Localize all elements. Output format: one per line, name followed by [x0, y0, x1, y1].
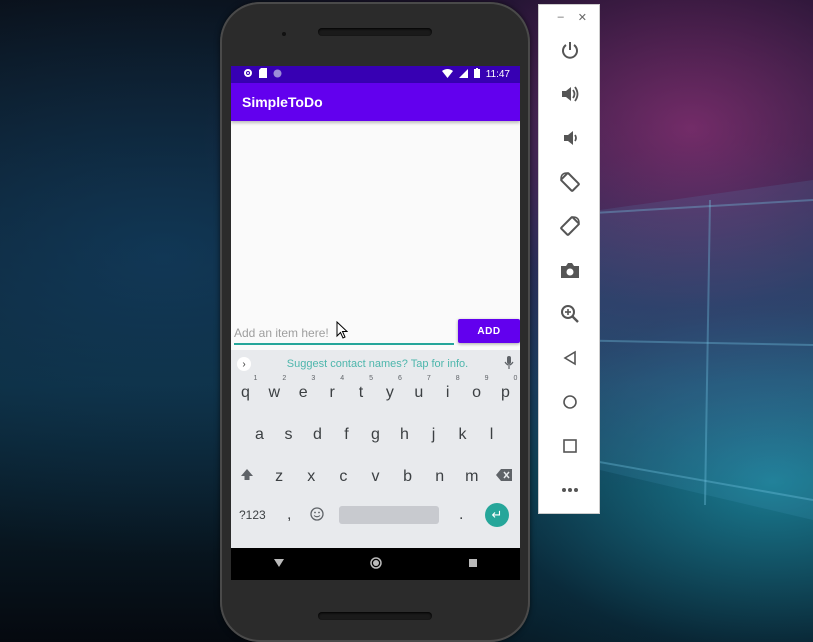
key-z[interactable]: z — [265, 468, 293, 486]
key-y[interactable]: 6y — [376, 375, 404, 402]
close-icon[interactable]: ✕ — [578, 11, 587, 24]
key-h[interactable]: h — [391, 426, 419, 444]
camera-icon[interactable] — [557, 257, 583, 283]
nav-overview-icon[interactable] — [468, 558, 477, 570]
key-v[interactable]: v — [361, 468, 389, 486]
key-u[interactable]: 7u — [405, 375, 433, 402]
volume-down-icon[interactable] — [557, 125, 583, 151]
key-c[interactable]: c — [329, 468, 357, 486]
battery-icon — [473, 68, 480, 81]
key-row-3: z x c v b n m — [231, 462, 520, 492]
add-item-row: ADD — [231, 319, 520, 349]
rotate-left-icon[interactable] — [557, 169, 583, 195]
key-m[interactable]: m — [458, 468, 486, 486]
symbols-key[interactable]: ?123 — [239, 508, 266, 522]
key-row-bottom: ?123 , . ↵ — [231, 498, 520, 532]
key-e[interactable]: 3e — [289, 375, 317, 402]
suggestion-text[interactable]: Suggest contact names? Tap for info. — [287, 358, 468, 370]
key-d[interactable]: d — [304, 426, 332, 444]
top-speaker — [318, 28, 432, 36]
emoji-icon[interactable] — [310, 507, 324, 524]
zoom-icon[interactable] — [557, 301, 583, 327]
toolbar-window-controls: – ✕ — [539, 5, 599, 29]
nav-back-icon[interactable] — [274, 558, 285, 570]
key-f[interactable]: f — [333, 426, 361, 444]
key-l[interactable]: l — [478, 426, 506, 444]
enter-icon[interactable]: ↵ — [485, 503, 509, 527]
mouse-cursor-icon — [336, 321, 348, 339]
app-bar: SimpleToDo — [231, 83, 520, 121]
suggestion-strip: › Suggest contact names? Tap for info. — [231, 350, 520, 378]
volume-up-icon[interactable] — [557, 81, 583, 107]
key-row-2: a s d f g h j k l — [231, 420, 520, 450]
space-bar[interactable] — [339, 506, 439, 524]
more-icon[interactable] — [557, 477, 583, 503]
shift-icon[interactable] — [233, 468, 261, 487]
key-w[interactable]: 2w — [260, 375, 288, 402]
key-i[interactable]: 8i — [434, 375, 462, 402]
rotate-right-icon[interactable] — [557, 213, 583, 239]
status-time: 11:47 — [485, 69, 510, 80]
sd-card-icon — [259, 68, 267, 81]
nav-home-icon[interactable] — [370, 556, 383, 572]
settings-icon — [243, 68, 253, 81]
period-key[interactable]: . — [459, 506, 463, 524]
key-s[interactable]: s — [275, 426, 303, 444]
key-t[interactable]: 5t — [347, 375, 375, 402]
wifi-icon — [441, 68, 453, 81]
key-k[interactable]: k — [449, 426, 477, 444]
signal-icon — [458, 68, 468, 81]
key-p[interactable]: 0p — [491, 375, 519, 402]
device-screen: 11:47 SimpleToDo ADD › Suggest contact n… — [231, 66, 520, 580]
back-icon[interactable] — [557, 345, 583, 371]
bottom-speaker — [318, 612, 432, 620]
chevron-right-icon[interactable]: › — [237, 357, 251, 371]
android-nav-bar — [231, 548, 520, 580]
comma-key[interactable]: , — [287, 506, 291, 524]
key-o[interactable]: 9o — [463, 375, 491, 402]
microphone-icon[interactable] — [504, 355, 514, 373]
key-a[interactable]: a — [246, 426, 274, 444]
soft-keyboard: › Suggest contact names? Tap for info. 1… — [231, 350, 520, 548]
power-icon[interactable] — [557, 37, 583, 63]
overview-icon[interactable] — [557, 433, 583, 459]
key-x[interactable]: x — [297, 468, 325, 486]
key-g[interactable]: g — [362, 426, 390, 444]
key-row-1: 1q 2w 3e 4r 5t 6y 7u 8i 9o 0p — [231, 375, 520, 408]
add-button[interactable]: ADD — [458, 319, 520, 343]
status-bar: 11:47 — [231, 66, 520, 83]
app-title: SimpleToDo — [242, 94, 323, 110]
key-b[interactable]: b — [394, 468, 422, 486]
emulator-toolbar: – ✕ — [538, 4, 600, 514]
status-dot-icon — [273, 69, 282, 81]
key-j[interactable]: j — [420, 426, 448, 444]
todo-list[interactable] — [231, 121, 520, 350]
key-q[interactable]: 1q — [231, 375, 259, 402]
front-camera — [282, 32, 286, 36]
key-n[interactable]: n — [426, 468, 454, 486]
home-icon[interactable] — [557, 389, 583, 415]
key-r[interactable]: 4r — [318, 375, 346, 402]
phone-frame: 11:47 SimpleToDo ADD › Suggest contact n… — [220, 2, 530, 642]
backspace-icon[interactable] — [490, 468, 518, 486]
minimize-icon[interactable]: – — [558, 11, 564, 23]
